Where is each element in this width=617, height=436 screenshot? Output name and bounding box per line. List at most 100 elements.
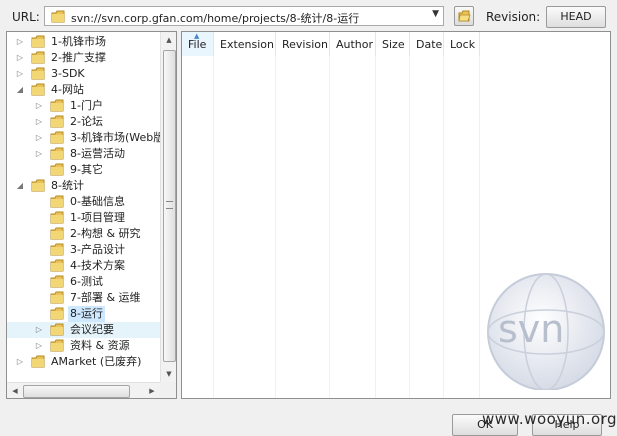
open-folder-icon [458,10,471,22]
collapsed-icon[interactable]: ▷ [34,146,44,162]
tree-item-label: 3-机锋市场(Web版 [70,131,165,144]
tree-item-label: 0-基础信息 [70,195,125,208]
toolbar: URL: svn://svn.corp.gfan.com/home/projec… [0,0,617,32]
column-divider [213,56,214,398]
grip-icon [166,201,173,209]
tree-item[interactable]: ◢ 4-网站 [7,82,160,98]
scroll-thumb[interactable] [163,50,176,362]
tree-item[interactable]: 8-运行 [7,306,160,322]
tree-item-label: 1-门户 [70,99,103,112]
tree-vertical-scrollbar[interactable]: ▲ ▼ [160,32,176,382]
repository-tree[interactable]: ▷ 1-机锋市场 ▷ 2-推广支撑 ▷ 3-SDK ◢ 4-网站 ▷ 1-门户 ▷ 2-论坛 ▷ 3-机锋… [6,31,177,399]
browse-folder-button[interactable] [454,6,474,26]
scroll-down-icon[interactable]: ▼ [161,366,176,382]
folder-icon [51,10,65,23]
url-combobox[interactable]: svn://svn.corp.gfan.com/home/projects/8-… [44,6,444,26]
tree-item[interactable]: ▷ 2-论坛 [7,114,160,130]
tree-item[interactable]: 7-部署 & 运维 [7,290,160,306]
column-header-label: Revision [282,38,328,51]
tree-item-label: 4-技术方案 [70,259,125,272]
column-divider [409,56,410,398]
tree-item-label: 6-测试 [70,275,103,288]
tree-item-label: 9-其它 [70,163,103,176]
dropdown-arrow-icon[interactable]: ▼ [432,9,439,19]
collapsed-icon[interactable]: ▷ [34,98,44,114]
tree-item-label: 1-项目管理 [70,211,125,224]
column-divider [443,56,444,398]
svn-logo-text: svn [498,307,564,351]
collapsed-icon[interactable]: ▷ [34,322,44,338]
scroll-thumb-horizontal[interactable] [23,385,130,398]
tree-item-label: 1-机锋市场 [51,35,106,48]
column-header-label: Date [416,38,443,51]
tree-item[interactable]: 9-其它 [7,162,160,178]
column-header[interactable]: Date [410,32,444,56]
tree-horizontal-scrollbar[interactable]: ◀ ▶ [7,382,160,398]
column-header-label: Lock [450,38,476,51]
tree-item-label: 8-统计 [51,179,84,192]
column-header-label: Size [382,38,405,51]
expanded-icon[interactable]: ◢ [15,82,25,98]
column-header[interactable]: Revision [276,32,330,56]
tree-item-label: 2-论坛 [70,115,103,128]
tree-item-label: 3-产品设计 [70,243,125,256]
tree-item[interactable]: 3-产品设计 [7,242,160,258]
tree-item[interactable]: 6-测试 [7,274,160,290]
collapsed-icon[interactable]: ▷ [15,50,25,66]
collapsed-icon[interactable]: ▷ [34,338,44,354]
scroll-left-icon[interactable]: ◀ [7,383,23,398]
tree-item-label: 3-SDK [51,67,85,80]
column-header-label: Author [336,38,374,51]
scroll-right-icon[interactable]: ▶ [144,383,160,398]
tree-item[interactable]: ▷ AMarket (已废弃) [7,354,160,370]
tree-item[interactable]: ▷ 1-机锋市场 [7,34,160,50]
tree-item-label: 2-推广支撑 [51,51,106,64]
column-header[interactable]: Extension [214,32,276,56]
file-list[interactable]: File ▲ Extension Revision Author Size Date Lock… [181,31,611,399]
tree-item[interactable]: 1-项目管理 [7,210,160,226]
tree-item[interactable]: ◢ 8-统计 [7,178,160,194]
collapsed-icon[interactable]: ▷ [15,354,25,370]
tree-item-label: 8-运营活动 [70,147,125,160]
column-header[interactable]: Size [376,32,410,56]
tree-item[interactable]: 4-技术方案 [7,258,160,274]
column-header[interactable]: Lock [444,32,480,56]
column-header-label: Extension [220,38,275,51]
revision-label: Revision: [486,10,541,24]
column-divider [375,56,376,398]
expanded-icon[interactable]: ◢ [15,178,25,194]
collapsed-icon[interactable]: ▷ [15,34,25,50]
url-value: svn://svn.corp.gfan.com/home/projects/8-… [71,12,360,25]
tree-item-label: 2-构想 & 研究 [70,227,141,240]
tree-item-label: 4-网站 [51,83,84,96]
scrollbar-corner [160,382,176,398]
folder-icon [31,355,45,373]
svn-logo: svn [487,273,605,390]
tree-item[interactable]: 0-基础信息 [7,194,160,210]
tree-item-label: 资料 & 资源 [70,339,130,352]
collapsed-icon[interactable]: ▷ [15,66,25,82]
column-divider [275,56,276,398]
url-label: URL: [12,10,40,24]
column-header[interactable]: Author [330,32,376,56]
collapsed-icon[interactable]: ▷ [34,130,44,146]
tree-item[interactable]: ▷ 1-门户 [7,98,160,114]
tree-item[interactable]: ▷ 3-机锋市场(Web版 [7,130,164,146]
tree-item[interactable]: ▷ 会议纪要 [7,322,160,338]
sort-ascending-icon: ▲ [194,32,200,40]
tree-item-label: AMarket (已废弃) [51,355,142,368]
tree-item-label: 会议纪要 [70,323,114,336]
column-header[interactable]: File ▲ [182,32,214,56]
tree-item[interactable]: ▷ 资料 & 资源 [7,338,160,354]
tree-item[interactable]: 2-构想 & 研究 [7,226,160,242]
scroll-up-icon[interactable]: ▲ [161,32,176,48]
watermark: www.wooyun.org [482,410,617,428]
tree-item[interactable]: ▷ 2-推广支撑 [7,50,160,66]
tree-item-label: 7-部署 & 运维 [70,291,141,304]
tree-item[interactable]: ▷ 3-SDK [7,66,160,82]
collapsed-icon[interactable]: ▷ [34,114,44,130]
revision-head-button[interactable]: HEAD [546,6,606,28]
tree-item[interactable]: ▷ 8-运营活动 [7,146,160,162]
tree-item-label: 8-运行 [68,306,105,322]
column-divider [329,56,330,398]
